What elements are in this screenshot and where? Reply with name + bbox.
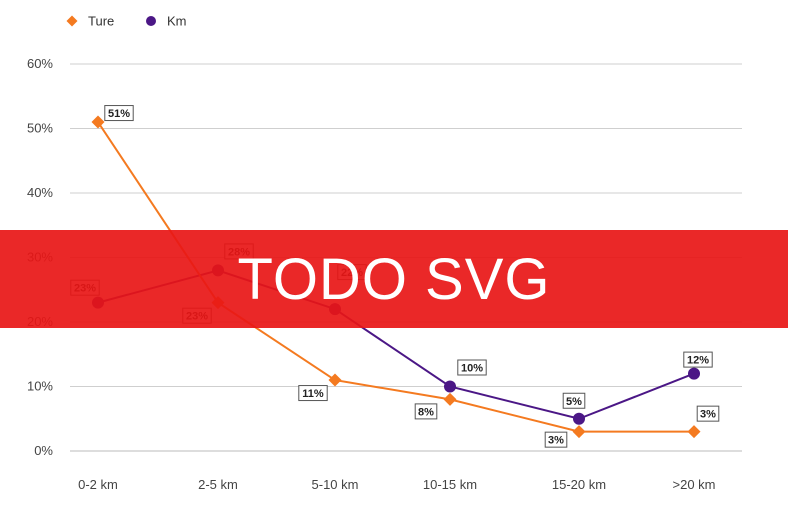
x-tick-label: 5-10 km (312, 477, 359, 492)
y-tick-label: 10% (27, 379, 53, 394)
chart-stage: 0%10%20%30%40%50%60% 0-2 km2-5 km5-10 km… (0, 0, 788, 509)
data-label-km: 10% (461, 363, 483, 375)
legend-marker-diamond (66, 15, 78, 27)
data-label-ture: 51% (108, 108, 130, 120)
x-tick-label: 0-2 km (78, 477, 118, 492)
data-point-km (444, 380, 456, 393)
x-tick-label: 15-20 km (552, 477, 606, 492)
x-tick-label: >20 km (673, 477, 716, 492)
legend: Ture Km (66, 14, 187, 29)
data-label-km: 12% (687, 355, 709, 367)
x-tick-label: 10-15 km (423, 477, 477, 492)
data-point-km (688, 367, 700, 380)
legend-marker-circle (146, 16, 156, 26)
data-point-ture (572, 425, 586, 439)
y-tick-label: 50% (27, 121, 53, 136)
data-point-km (573, 412, 585, 425)
x-axis-ticks: 0-2 km 2-5 km 5-10 km 10-15 km 15-20 km >20 k… (78, 477, 715, 492)
legend-label: Km (167, 14, 187, 29)
data-point-ture (91, 115, 105, 129)
x-tick-label: 2-5 km (198, 477, 238, 492)
y-tick-label: 60% (27, 56, 53, 71)
data-label-ture: 11% (302, 388, 324, 400)
data-point-ture (328, 373, 342, 387)
data-label-ture: 8% (418, 406, 434, 418)
data-label-ture: 3% (700, 409, 716, 421)
todo-overlay-banner: TODO SVG (0, 230, 788, 328)
y-tick-label: 40% (27, 185, 53, 200)
data-point-ture (443, 392, 457, 406)
y-tick-label: 0% (34, 443, 53, 458)
legend-label: Ture (88, 14, 114, 29)
data-label-km: 5% (566, 396, 582, 408)
data-label-ture: 3% (548, 435, 564, 447)
data-point-ture (687, 425, 701, 439)
